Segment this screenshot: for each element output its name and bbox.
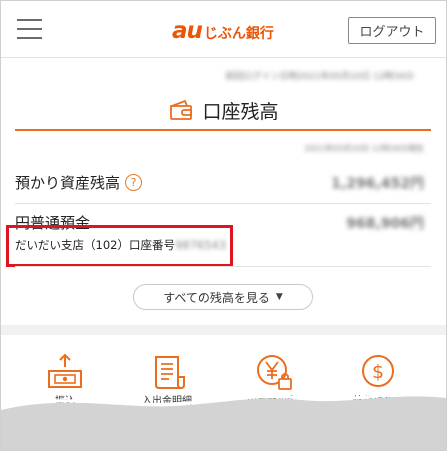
- section-title-text: 口座残高: [202, 100, 279, 123]
- svg-text:$: $: [372, 361, 384, 383]
- section-separator: [1, 325, 446, 335]
- section-title: 口座残高: [1, 97, 446, 123]
- last-login-info: 前回ログイン日時2021年05月10日 12時34分: [225, 72, 414, 82]
- torn-edge: [1, 392, 446, 450]
- brand-logo: au じぶん銀行: [172, 18, 274, 44]
- divider: [15, 266, 431, 267]
- app-frame: au じぶん銀行 ログアウト 前回ログイン日時2021年05月10日 12時34…: [0, 0, 447, 451]
- highlight-box: [6, 225, 233, 267]
- section-underline: [15, 129, 431, 131]
- as-of-timestamp: 2021年05月10日 12時34分現在: [304, 144, 424, 153]
- show-all-label: すべての残高を見る: [163, 290, 270, 305]
- total-assets-amount: 1,296,452円: [331, 176, 424, 192]
- brand-name: じぶん銀行: [203, 26, 274, 42]
- show-all-balances-button[interactable]: すべての残高を見る ▼: [133, 284, 313, 310]
- hamburger-menu-icon[interactable]: [17, 19, 42, 39]
- total-assets-row: 預かり資産残高?: [15, 172, 143, 193]
- yen-deposit-amount: 968,906円: [346, 216, 424, 232]
- wallet-icon: [170, 99, 193, 120]
- brand-mark: au: [172, 18, 203, 44]
- logout-button[interactable]: ログアウト: [348, 17, 436, 44]
- header: au じぶん銀行 ログアウト: [1, 1, 446, 58]
- divider: [15, 203, 431, 204]
- triangle-down-icon: ▼: [275, 292, 283, 302]
- help-icon[interactable]: ?: [125, 174, 143, 191]
- total-assets-label: 預かり資産残高: [15, 174, 121, 192]
